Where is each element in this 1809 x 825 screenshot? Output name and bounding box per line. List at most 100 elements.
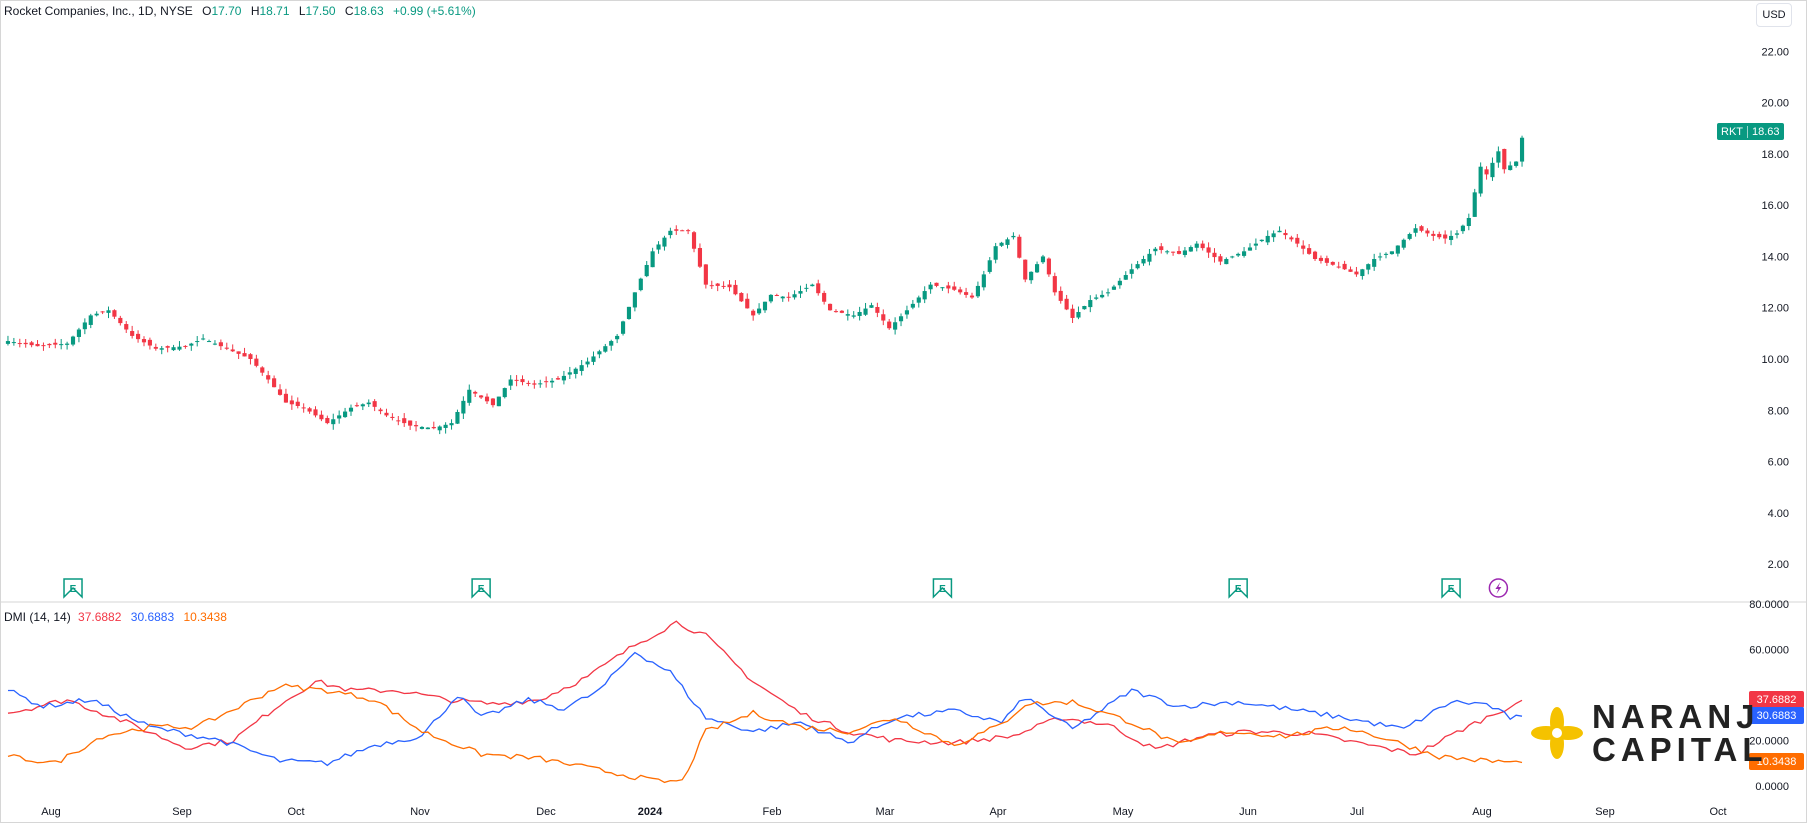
candle-body — [544, 381, 549, 383]
candle-body — [508, 379, 513, 386]
candle-body — [1100, 294, 1105, 298]
candle-body — [212, 343, 218, 345]
candle-body — [810, 284, 815, 287]
low-value: 17.50 — [305, 4, 336, 18]
candle-body — [502, 388, 507, 398]
candle-body — [206, 341, 212, 343]
candle-body — [1176, 251, 1182, 254]
candle-body — [100, 311, 105, 313]
candle-body — [307, 408, 312, 412]
candle-body — [289, 400, 294, 405]
candle-body — [904, 310, 910, 315]
candle-body — [1147, 253, 1152, 262]
event-markers: EEEEE — [63, 578, 1509, 599]
candle-body — [1437, 233, 1442, 238]
candle-body — [1301, 245, 1306, 249]
candle-body — [822, 292, 827, 302]
price-tick-label: 8.00 — [1768, 405, 1789, 417]
candle-body — [1271, 233, 1276, 238]
candle-body — [147, 339, 152, 346]
candle-body — [845, 314, 850, 316]
candle-body — [520, 379, 525, 383]
low-label: L — [298, 4, 306, 18]
candle-body — [165, 346, 170, 348]
candle-body — [839, 310, 844, 313]
candle-body — [721, 285, 726, 287]
candle-body — [668, 230, 673, 236]
candle-body — [1383, 253, 1389, 255]
candle-body — [697, 248, 703, 267]
symbol-legend: Rocket Companies, Inc., 1D, NYSE O17.70 … — [4, 4, 476, 18]
time-axis-label: 2024 — [638, 806, 663, 818]
candle-body — [757, 308, 762, 314]
candle-body — [283, 393, 289, 403]
candle-body — [987, 260, 992, 272]
time-axis-label: Sep — [1595, 806, 1615, 818]
candle-body — [869, 305, 874, 308]
candle-body — [827, 303, 833, 311]
earnings-marker: E — [932, 578, 953, 599]
candle-body — [1466, 217, 1471, 227]
candle-body — [130, 331, 135, 336]
time-axis-label: Nov — [410, 806, 430, 818]
candle-body — [603, 346, 608, 352]
candle-body — [183, 345, 188, 347]
candle-body — [975, 285, 980, 297]
earnings-marker-letter: E — [478, 584, 485, 595]
candle-body — [260, 367, 265, 373]
candle-body — [526, 382, 531, 384]
candle-body — [1188, 247, 1193, 252]
candle-body — [1218, 256, 1223, 262]
candle-body — [177, 346, 182, 350]
candle-body — [1413, 228, 1418, 233]
candle-body — [762, 301, 768, 311]
candle-body — [1401, 239, 1406, 248]
dmi-line-adx — [7, 683, 1523, 784]
candle-body — [1241, 251, 1247, 256]
candle-body — [816, 283, 821, 294]
candle-body — [786, 296, 791, 298]
candle-body — [1135, 264, 1140, 269]
candle-body — [1058, 290, 1063, 301]
candle-body — [301, 407, 306, 409]
candle-body — [313, 409, 318, 416]
candle-body — [1330, 261, 1335, 265]
candle-body — [53, 342, 58, 345]
candle-body — [550, 380, 555, 383]
dmi-series — [7, 620, 1523, 784]
candle-body — [473, 391, 478, 394]
candle-body — [875, 307, 880, 313]
candle-body — [5, 341, 11, 344]
candle-body — [171, 347, 176, 351]
candle-body — [1259, 239, 1264, 242]
candle-body — [999, 242, 1004, 246]
candle-body — [224, 347, 229, 349]
candle-body — [65, 343, 70, 345]
candle-body — [715, 283, 720, 286]
candle-body — [940, 287, 945, 289]
candle-body — [1253, 243, 1258, 246]
candle-body — [579, 365, 584, 371]
candle-body — [1360, 269, 1365, 277]
earnings-marker: E — [1228, 578, 1248, 599]
candle-body — [561, 375, 566, 381]
candle-body — [325, 417, 330, 424]
candle-body — [337, 415, 342, 419]
candle-body — [1029, 271, 1034, 281]
candle-body — [136, 333, 141, 340]
close-label: C — [344, 4, 354, 18]
candle-body — [29, 342, 34, 346]
candle-body — [620, 321, 626, 334]
candle-body — [1490, 162, 1495, 178]
candle-body — [1105, 292, 1111, 294]
candle-body — [266, 375, 271, 380]
candle-body — [934, 282, 939, 286]
candle-body — [384, 412, 389, 416]
candle-body — [1460, 225, 1465, 232]
candle-body — [1230, 256, 1235, 258]
candle-body — [106, 310, 111, 313]
currency-button[interactable]: USD — [1756, 3, 1792, 27]
candle-body — [1425, 230, 1430, 234]
candle-body — [1519, 137, 1525, 162]
candle-body — [354, 405, 359, 407]
